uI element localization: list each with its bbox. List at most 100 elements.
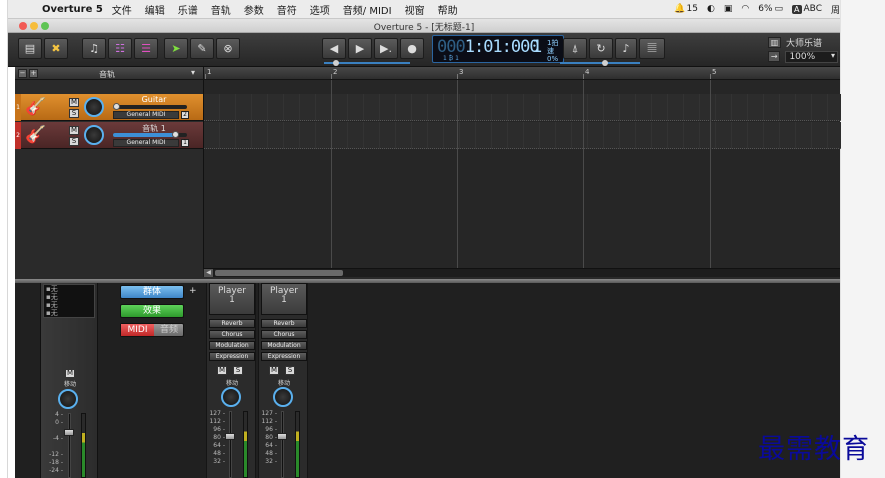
- play-from-cursor-button[interactable]: ▶.: [374, 38, 398, 59]
- score-view-label[interactable]: 大师乐谱: [786, 36, 822, 49]
- battery-icon[interactable]: ▭: [775, 4, 784, 14]
- strip-pan-knob[interactable]: [221, 387, 241, 407]
- volume-slider[interactable]: [113, 103, 187, 110]
- playback-speed-knob[interactable]: [602, 60, 608, 66]
- fx-expression[interactable]: Expression: [261, 352, 307, 361]
- menu-file[interactable]: 文件: [112, 2, 132, 17]
- menu-app-name[interactable]: Overture 5: [42, 4, 103, 15]
- master-fader-knob[interactable]: [64, 429, 74, 436]
- instrument-select[interactable]: General MIDI: [113, 139, 179, 147]
- play-button[interactable]: ▶: [348, 38, 372, 59]
- fx-modulation[interactable]: Modulation: [209, 341, 255, 350]
- time-display[interactable]: 0001:01:000 1 1拍速 0% 1 ₿ 1: [432, 35, 564, 63]
- add-strip-icon[interactable]: +: [189, 286, 197, 296]
- volume-knob[interactable]: [113, 103, 120, 110]
- strip-solo-button[interactable]: S: [233, 366, 243, 375]
- wifi-icon[interactable]: ◠: [741, 4, 749, 14]
- staff-input-button[interactable]: 𝄚: [639, 38, 665, 59]
- pan-knob[interactable]: [84, 125, 104, 145]
- pencil-tool-button[interactable]: ✎: [190, 38, 214, 59]
- expand-tracks-button[interactable]: +: [29, 69, 38, 78]
- view-toggle-button[interactable]: ▤: [18, 38, 42, 59]
- master-insert-list[interactable]: ▪无 ▪无 ▪无 ▪无: [43, 284, 95, 318]
- effects-button[interactable]: 效果: [120, 304, 184, 318]
- strip-solo-button[interactable]: S: [285, 366, 295, 375]
- strip-fader-knob[interactable]: [277, 433, 287, 440]
- track-lane[interactable]: [204, 94, 841, 121]
- select-tool-button[interactable]: ➤: [164, 38, 188, 59]
- zoom-arrow-icon[interactable]: →: [768, 51, 781, 62]
- strip-fader-track[interactable]: [229, 411, 232, 478]
- menu-help[interactable]: 帮助: [438, 2, 458, 17]
- loop-button[interactable]: ↻: [589, 38, 613, 59]
- strip-fader-knob[interactable]: [225, 433, 235, 440]
- strip-mute-button[interactable]: M: [217, 366, 227, 375]
- player-slot[interactable]: Player 1: [261, 283, 307, 315]
- track-header-dropdown-icon[interactable]: ▾: [191, 68, 195, 77]
- volume-knob[interactable]: [172, 131, 179, 138]
- sync-icon[interactable]: ◐: [707, 4, 715, 14]
- clock-day[interactable]: 周: [831, 3, 840, 16]
- insert-slot[interactable]: ▪无: [46, 309, 94, 317]
- mixer-view-button[interactable]: ☰: [134, 38, 158, 59]
- midi-audio-toggle[interactable]: MIDI 音频: [120, 323, 184, 337]
- master-mute-button[interactable]: M: [65, 369, 75, 378]
- pan-knob[interactable]: [84, 97, 104, 117]
- horizontal-scrollbar[interactable]: ◀: [203, 268, 840, 277]
- group-button[interactable]: 群体: [120, 285, 184, 299]
- scroll-left-icon[interactable]: ◀: [204, 269, 213, 277]
- score-view-button[interactable]: ♫: [82, 38, 106, 59]
- fx-reverb[interactable]: Reverb: [209, 319, 255, 328]
- timeline-ruler[interactable]: 1 2 3 4 5: [203, 67, 840, 80]
- metronome-button[interactable]: ⍋: [563, 38, 587, 59]
- strip-pan-knob[interactable]: [273, 387, 293, 407]
- piano-roll-button[interactable]: ☷: [108, 38, 132, 59]
- menu-edit[interactable]: 编辑: [145, 2, 165, 17]
- app-status-icon[interactable]: ▣: [724, 4, 733, 14]
- audio-tab[interactable]: 音频: [154, 324, 184, 336]
- strip-mute-button[interactable]: M: [269, 366, 279, 375]
- record-button[interactable]: ●: [400, 38, 424, 59]
- eraser-tool-button[interactable]: ⊗: [216, 38, 240, 59]
- playback-speed-slider[interactable]: [560, 62, 640, 64]
- insert-slot[interactable]: ▪无: [46, 285, 94, 293]
- strip-fader-track[interactable]: [281, 411, 284, 478]
- menu-score[interactable]: 乐谱: [178, 2, 198, 17]
- solo-button[interactable]: S: [69, 137, 79, 146]
- solo-button[interactable]: S: [69, 109, 79, 118]
- midi-tab[interactable]: MIDI: [121, 324, 154, 336]
- note-input-button[interactable]: ♪: [615, 38, 637, 59]
- track-row[interactable]: 2 🎸 M S 音轨 1 General MIDI 1: [15, 122, 203, 149]
- player-slot[interactable]: Player 1: [209, 283, 255, 315]
- track-row[interactable]: 1 🎸 M S Guitar General MIDI 2: [15, 94, 203, 121]
- menu-audio-midi[interactable]: 音频/ MIDI: [343, 2, 392, 17]
- channel-number[interactable]: 2: [181, 111, 189, 119]
- notification-bell-icon[interactable]: 🔔: [674, 4, 685, 14]
- mute-button[interactable]: M: [69, 126, 79, 135]
- instrument-select[interactable]: General MIDI: [113, 111, 179, 119]
- track-lane[interactable]: [204, 122, 841, 149]
- mute-button[interactable]: M: [69, 98, 79, 107]
- insert-slot[interactable]: ▪无: [46, 293, 94, 301]
- zoom-select[interactable]: 100%: [785, 50, 838, 63]
- rewind-button[interactable]: ◀: [322, 38, 346, 59]
- arrange-grid[interactable]: [203, 80, 841, 270]
- fx-modulation[interactable]: Modulation: [261, 341, 307, 350]
- fx-chorus[interactable]: Chorus: [261, 330, 307, 339]
- master-fader-track[interactable]: [68, 413, 71, 478]
- menu-options[interactable]: 选项: [310, 2, 330, 17]
- master-pan-knob[interactable]: [58, 389, 78, 409]
- score-view-icon[interactable]: ▥: [768, 37, 781, 48]
- channel-number[interactable]: 1: [181, 139, 189, 147]
- insert-slot[interactable]: ▪无: [46, 301, 94, 309]
- fx-chorus[interactable]: Chorus: [209, 330, 255, 339]
- scrollbar-thumb[interactable]: [215, 270, 343, 276]
- menu-notes[interactable]: 音符: [277, 2, 297, 17]
- menu-window[interactable]: 视窗: [405, 2, 425, 17]
- menu-params[interactable]: 参数: [244, 2, 264, 17]
- volume-slider[interactable]: [113, 131, 187, 138]
- fx-expression[interactable]: Expression: [209, 352, 255, 361]
- fx-reverb[interactable]: Reverb: [261, 319, 307, 328]
- input-method-badge[interactable]: A: [792, 4, 802, 14]
- track-name[interactable]: Guitar: [113, 95, 195, 104]
